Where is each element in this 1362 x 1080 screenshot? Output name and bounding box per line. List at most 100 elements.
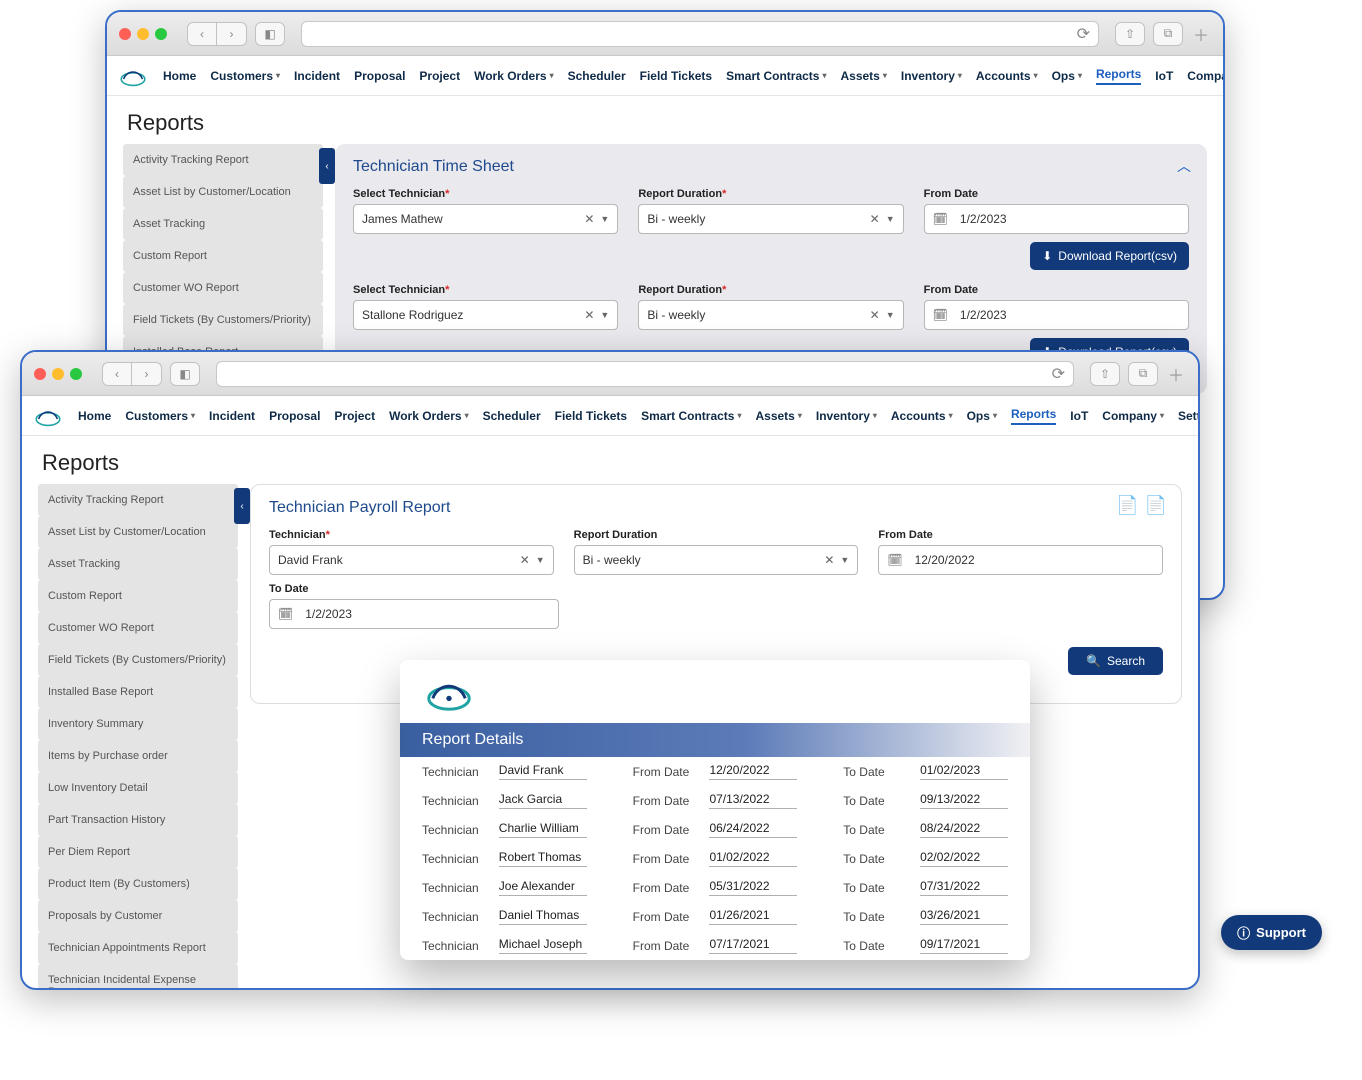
tabs-button[interactable]: ⧉ (1153, 22, 1183, 46)
nav-item-project[interactable]: Project (334, 409, 375, 423)
sidebar-item[interactable]: Asset List by Customer/Location (38, 516, 238, 548)
download-report-button[interactable]: ⬇ Download Report(csv) (1030, 242, 1189, 270)
sidebar-item[interactable]: Per Diem Report (38, 836, 238, 868)
technician-select[interactable]: Stallone Rodriguez ✕ ▼ (353, 300, 618, 330)
dropdown-icon[interactable]: ▼ (536, 555, 545, 565)
sidebar-item[interactable]: Field Tickets (By Customers/Priority) (38, 644, 238, 676)
sidebar-item[interactable]: Customer WO Report (38, 612, 238, 644)
nav-item-assets[interactable]: Assets▾ (755, 409, 801, 423)
sidebar-item[interactable]: Proposals by Customer (38, 900, 238, 932)
nav-item-company[interactable]: Company▾ (1102, 409, 1164, 423)
nav-item-field-tickets[interactable]: Field Tickets (640, 69, 712, 83)
nav-item-field-tickets[interactable]: Field Tickets (555, 409, 627, 423)
sidebar-toggle-button[interactable]: ◧ (255, 22, 285, 46)
sidebar-toggle-button[interactable]: ◧ (170, 362, 200, 386)
nav-item-smart-contracts[interactable]: Smart Contracts▾ (641, 409, 741, 423)
export-csv-icon[interactable]: 📄 (1116, 495, 1138, 516)
clear-icon[interactable]: ✕ (584, 308, 594, 322)
sidebar-collapse-button[interactable]: ‹ (319, 148, 335, 184)
fromdate-input[interactable]: 🗓 12/20/2022 (878, 545, 1163, 575)
sidebar-item[interactable]: Technician Appointments Report (38, 932, 238, 964)
nav-item-smart-contracts[interactable]: Smart Contracts▾ (726, 69, 826, 83)
nav-item-customers[interactable]: Customers▾ (210, 69, 280, 83)
nav-item-assets[interactable]: Assets▾ (840, 69, 886, 83)
sidebar-item[interactable]: Low Inventory Detail (38, 772, 238, 804)
new-tab-button[interactable]: ＋ (1191, 24, 1211, 44)
traffic-min[interactable] (137, 28, 149, 40)
duration-select[interactable]: Bi - weekly ✕ ▼ (574, 545, 859, 575)
nav-forward-button[interactable]: › (132, 362, 162, 386)
todate-input[interactable]: 🗓 1/2/2023 (269, 599, 559, 629)
fromdate-input[interactable]: 🗓 1/2/2023 (924, 204, 1189, 234)
nav-item-incident[interactable]: Incident (209, 409, 255, 423)
dropdown-icon[interactable]: ▼ (600, 310, 609, 320)
tabs-button[interactable]: ⧉ (1128, 362, 1158, 386)
nav-item-accounts[interactable]: Accounts▾ (891, 409, 953, 423)
nav-item-customers[interactable]: Customers▾ (125, 409, 195, 423)
traffic-close[interactable] (34, 368, 46, 380)
nav-item-scheduler[interactable]: Scheduler (568, 69, 626, 83)
url-bar[interactable]: ⟳ (216, 361, 1074, 387)
search-button[interactable]: 🔍 Search (1068, 647, 1163, 675)
support-button[interactable]: ⓘ Support (1221, 915, 1322, 950)
nav-item-iot[interactable]: IoT (1070, 409, 1088, 423)
nav-item-reports[interactable]: Reports (1096, 67, 1141, 85)
url-bar[interactable]: ⟳ (301, 21, 1099, 47)
clear-icon[interactable]: ✕ (520, 553, 530, 567)
clear-icon[interactable]: ✕ (824, 553, 834, 567)
dropdown-icon[interactable]: ▼ (886, 214, 895, 224)
sidebar-item[interactable]: Product Item (By Customers) (38, 868, 238, 900)
sidebar-item[interactable]: Installed Base Report (38, 676, 238, 708)
technician-select[interactable]: James Mathew ✕ ▼ (353, 204, 618, 234)
sidebar-item[interactable]: Part Transaction History (38, 804, 238, 836)
nav-item-home[interactable]: Home (78, 409, 111, 423)
new-tab-button[interactable]: ＋ (1166, 364, 1186, 384)
sidebar-item[interactable]: Inventory Summary (38, 708, 238, 740)
export-pdf-icon[interactable]: 📄 (1145, 495, 1167, 516)
nav-item-iot[interactable]: IoT (1155, 69, 1173, 83)
sidebar-item[interactable]: Field Tickets (By Customers/Priority) (123, 304, 323, 336)
share-button[interactable]: ⇧ (1090, 362, 1120, 386)
panel-collapse-icon[interactable]: ︿ (1177, 156, 1191, 176)
dropdown-icon[interactable]: ▼ (600, 214, 609, 224)
nav-item-ops[interactable]: Ops▾ (967, 409, 997, 423)
nav-item-work-orders[interactable]: Work Orders▾ (474, 69, 553, 83)
clear-icon[interactable]: ✕ (870, 212, 880, 226)
sidebar-item[interactable]: Items by Purchase order (38, 740, 238, 772)
nav-item-project[interactable]: Project (419, 69, 460, 83)
clear-icon[interactable]: ✕ (584, 212, 594, 226)
sidebar-collapse-button[interactable]: ‹ (234, 488, 250, 524)
traffic-close[interactable] (119, 28, 131, 40)
reload-icon[interactable]: ⟳ (1077, 24, 1090, 44)
sidebar-item[interactable]: Asset Tracking (123, 208, 323, 240)
nav-item-scheduler[interactable]: Scheduler (483, 409, 541, 423)
nav-item-inventory[interactable]: Inventory▾ (901, 69, 962, 83)
nav-item-company[interactable]: Company▾ (1187, 69, 1225, 83)
nav-item-home[interactable]: Home (163, 69, 196, 83)
duration-select[interactable]: Bi - weekly ✕ ▼ (638, 300, 903, 330)
share-button[interactable]: ⇧ (1115, 22, 1145, 46)
clear-icon[interactable]: ✕ (870, 308, 880, 322)
nav-item-accounts[interactable]: Accounts▾ (976, 69, 1038, 83)
sidebar-item[interactable]: Custom Report (38, 580, 238, 612)
sidebar-item[interactable]: Asset List by Customer/Location (123, 176, 323, 208)
nav-item-incident[interactable]: Incident (294, 69, 340, 83)
dropdown-icon[interactable]: ▼ (840, 555, 849, 565)
nav-item-inventory[interactable]: Inventory▾ (816, 409, 877, 423)
technician-select[interactable]: David Frank ✕ ▼ (269, 545, 554, 575)
duration-select[interactable]: Bi - weekly ✕ ▼ (638, 204, 903, 234)
nav-back-button[interactable]: ‹ (102, 362, 132, 386)
sidebar-item[interactable]: Activity Tracking Report (123, 144, 323, 176)
sidebar-item[interactable]: Activity Tracking Report (38, 484, 238, 516)
nav-item-ops[interactable]: Ops▾ (1052, 69, 1082, 83)
traffic-max[interactable] (155, 28, 167, 40)
traffic-max[interactable] (70, 368, 82, 380)
sidebar-item[interactable]: Custom Report (123, 240, 323, 272)
sidebar-item[interactable]: Technician Incidental Expense Report (38, 964, 238, 990)
nav-item-proposal[interactable]: Proposal (354, 69, 405, 83)
nav-forward-button[interactable]: › (217, 22, 247, 46)
dropdown-icon[interactable]: ▼ (886, 310, 895, 320)
nav-item-settings[interactable]: Settings (1178, 409, 1200, 423)
sidebar-item[interactable]: Asset Tracking (38, 548, 238, 580)
reload-icon[interactable]: ⟳ (1052, 364, 1065, 384)
